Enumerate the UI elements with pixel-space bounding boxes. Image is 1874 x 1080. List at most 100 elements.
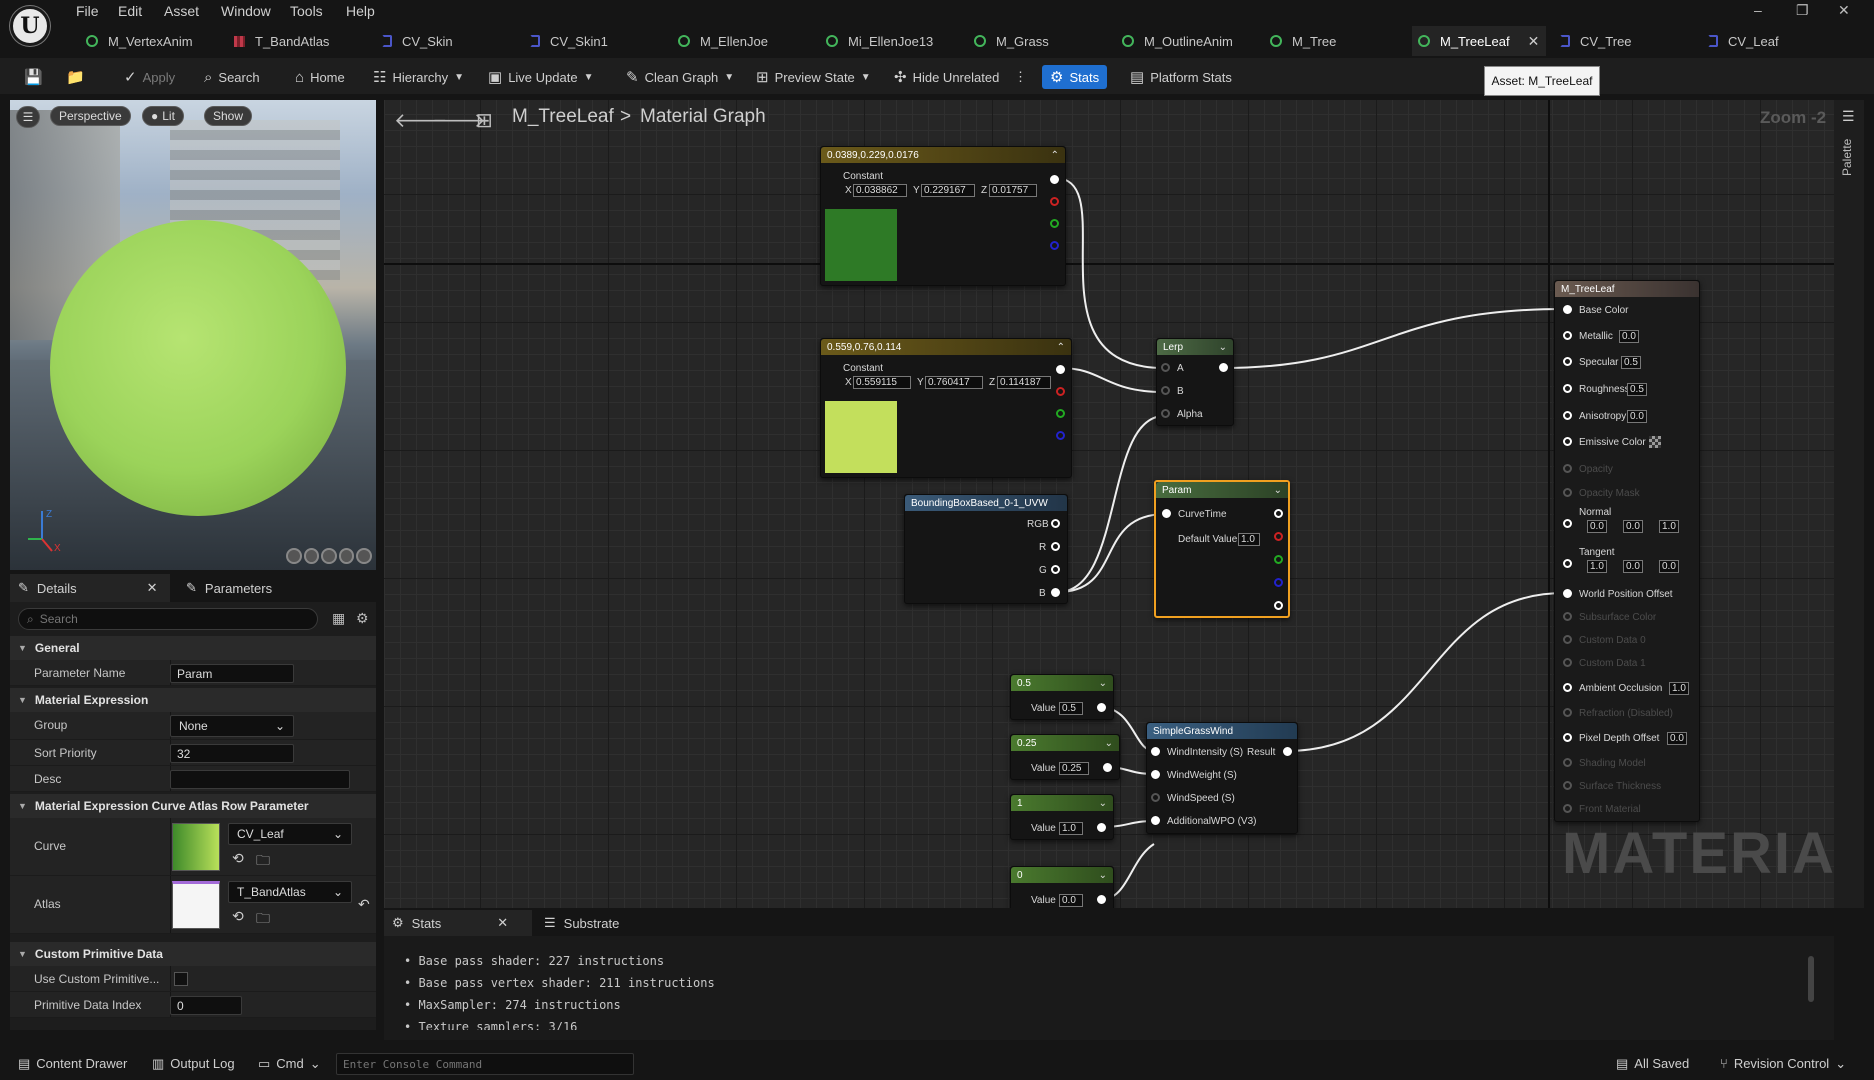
input-pin-windspeed[interactable] (1151, 793, 1160, 802)
unreal-logo-icon[interactable]: U (10, 6, 50, 46)
hide-unrelated-button[interactable]: ✣ Hide Unrelated (894, 65, 999, 89)
output-pin[interactable] (1097, 823, 1106, 832)
curve-thumbnail[interactable] (172, 823, 220, 871)
output-pin-a[interactable] (1274, 601, 1283, 610)
details-search-input[interactable] (39, 612, 280, 626)
tab-cv-tree[interactable]: CV_Tree (1554, 26, 1694, 56)
input-pin-world-position-offset[interactable] (1563, 589, 1572, 598)
breadcrumb-graph[interactable]: Material Graph (640, 106, 766, 128)
tangent-x-field[interactable]: 1.0 (1587, 560, 1607, 573)
hierarchy-button[interactable]: ☷ Hierarchy ▼ (373, 65, 464, 89)
input-pin-anisotropy[interactable] (1563, 411, 1572, 420)
simple-grass-wind-node[interactable]: SimpleGrassWind WindIntensity (S) WindWe… (1146, 722, 1298, 834)
scalar-node-0[interactable]: 0 ⌄ Value 0.0 (1010, 866, 1114, 908)
palette-menu-icon[interactable]: ☰ (1842, 108, 1855, 125)
tab-t-bandatlas[interactable]: T_BandAtlas (228, 26, 368, 56)
z-value-field[interactable]: 0.01757 (989, 184, 1037, 197)
console-command-input[interactable] (337, 1055, 627, 1073)
output-pin-r[interactable] (1050, 197, 1059, 206)
tangent-z-field[interactable]: 0.0 (1659, 560, 1679, 573)
scalar-node-0-25[interactable]: 0.25 ⌄ Value 0.25 (1010, 734, 1120, 780)
section-curve-atlas-row-parameter[interactable]: ▼ Material Expression Curve Atlas Row Par… (10, 794, 376, 818)
all-saved-indicator[interactable]: ▤ All Saved (1616, 1056, 1689, 1072)
group-dropdown[interactable]: None ⌄ (170, 715, 294, 737)
curve-asset-dropdown[interactable]: CV_Leaf ⌄ (228, 823, 352, 845)
sort-priority-field[interactable]: 32 (170, 744, 294, 763)
value-field[interactable]: 0.5 (1059, 702, 1083, 715)
output-pin[interactable] (1056, 365, 1065, 374)
output-pin-b[interactable] (1274, 578, 1283, 587)
sphere-preview-icon[interactable] (303, 548, 320, 564)
output-pin-g[interactable] (1056, 409, 1065, 418)
cube-preview-icon[interactable] (338, 548, 355, 564)
console-command-box[interactable] (336, 1053, 634, 1075)
output-pin-b[interactable] (1050, 241, 1059, 250)
material-graph-canvas[interactable]: 🡐 🡒 ⊞ M_TreeLeaf > Material Graph Zoom -… (384, 100, 1834, 908)
output-pin-r[interactable] (1056, 387, 1065, 396)
cmd-dropdown[interactable]: ▭ Cmd ⌄ (258, 1056, 321, 1072)
output-pin[interactable] (1097, 895, 1106, 904)
chevron-down-icon[interactable]: ⌄ (1219, 342, 1227, 353)
preview-state-button[interactable]: ⊞ Preview State ▼ (756, 65, 871, 89)
use-selected-icon[interactable]: ⟲ (232, 850, 244, 867)
tab-m-outlineanim[interactable]: M_OutlineAnim (1116, 26, 1256, 56)
normal-z-field[interactable]: 1.0 (1659, 520, 1679, 533)
output-pin[interactable] (1219, 363, 1228, 372)
apply-button[interactable]: ✓ Apply (124, 65, 175, 89)
cylinder-preview-icon[interactable] (286, 548, 302, 564)
output-pin[interactable] (1274, 509, 1283, 518)
parameter-name-field[interactable]: Param (170, 664, 294, 683)
input-pin-curvetime[interactable] (1162, 509, 1171, 518)
show-button[interactable]: Show (204, 106, 253, 126)
tab-mi-ellenjoe13[interactable]: Mi_EllenJoe13 (820, 26, 960, 56)
browse-folder-icon[interactable]: 🗀 (256, 850, 270, 874)
use-selected-icon[interactable]: ⟲ (232, 908, 244, 925)
clean-graph-button[interactable]: ✎ Clean Graph ▼ (626, 65, 734, 89)
z-value-field[interactable]: 0.114187 (997, 376, 1051, 389)
atlas-thumbnail[interactable] (172, 881, 220, 929)
perspective-button[interactable]: Perspective (50, 106, 131, 126)
menu-edit[interactable]: Edit (118, 3, 142, 19)
menu-tools[interactable]: Tools (290, 3, 323, 19)
output-pin-result[interactable] (1283, 747, 1292, 756)
input-pin-additionalwpo[interactable] (1151, 816, 1160, 825)
tab-cv-leaf[interactable]: CV_Leaf (1702, 26, 1842, 56)
constant3vector-node-dark-green[interactable]: 0.0389,0.229,0.0176 ⌃ Constant X 0.038862 … (820, 146, 1066, 286)
chevron-down-icon[interactable]: ⌄ (1099, 870, 1107, 881)
palette-tab[interactable]: Palette (1840, 139, 1854, 176)
menu-asset[interactable]: Asset (164, 3, 199, 19)
graph-hierarchy-icon[interactable]: ⊞ (476, 108, 493, 133)
chevron-down-icon[interactable]: ⌄ (1099, 678, 1107, 689)
breadcrumb-asset[interactable]: M_TreeLeaf (512, 106, 614, 128)
output-pin-b[interactable] (1056, 431, 1065, 440)
input-pin-tangent[interactable] (1563, 559, 1572, 568)
primitive-data-index-field[interactable]: 0 (170, 996, 242, 1015)
y-value-field[interactable]: 0.760417 (925, 376, 983, 389)
input-pin-windweight[interactable] (1151, 770, 1160, 779)
tab-m-grass[interactable]: M_Grass (968, 26, 1108, 56)
scalar-node-1[interactable]: 1 ⌄ Value 1.0 (1010, 794, 1114, 840)
input-pin-alpha[interactable] (1161, 409, 1170, 418)
tab-cv-skin1[interactable]: CV_Skin1 (524, 26, 664, 56)
tangent-y-field[interactable]: 0.0 (1623, 560, 1643, 573)
close-icon[interactable]: ✕ (147, 580, 158, 596)
output-pin[interactable] (1050, 175, 1059, 184)
restore-button[interactable]: ❐ (1796, 2, 1809, 19)
details-search-box[interactable]: ⌕ (18, 608, 318, 630)
tab-m-treeleaf[interactable]: M_TreeLeaf ✕ (1412, 26, 1546, 56)
output-pin-rgb[interactable] (1051, 519, 1060, 528)
tab-substrate[interactable]: ☰ Substrate (536, 910, 656, 936)
value-field[interactable]: 0.25 (1059, 762, 1089, 775)
input-pin-specular[interactable] (1563, 357, 1572, 366)
reset-to-default-icon[interactable]: ↶ (358, 896, 370, 913)
output-pin-g[interactable] (1274, 555, 1283, 564)
scalar-node-0-5[interactable]: 0.5 ⌄ Value 0.5 (1010, 674, 1114, 720)
ambient-occlusion-field[interactable]: 1.0 (1669, 682, 1689, 695)
input-pin-roughness[interactable] (1563, 384, 1572, 393)
browse-button[interactable]: 📁 (66, 65, 91, 89)
tab-stats[interactable]: ⚙ Stats ✕ (384, 910, 532, 936)
input-pin-ambient-occlusion[interactable] (1563, 683, 1572, 692)
tab-m-vertexanim[interactable]: M_VertexAnim (80, 26, 220, 56)
tab-m-ellenjoe[interactable]: M_EllenJoe (672, 26, 812, 56)
constant3vector-node-light-green[interactable]: 0.559,0.76,0.114 ⌃ Constant X 0.559115 Y 0.… (820, 338, 1072, 478)
